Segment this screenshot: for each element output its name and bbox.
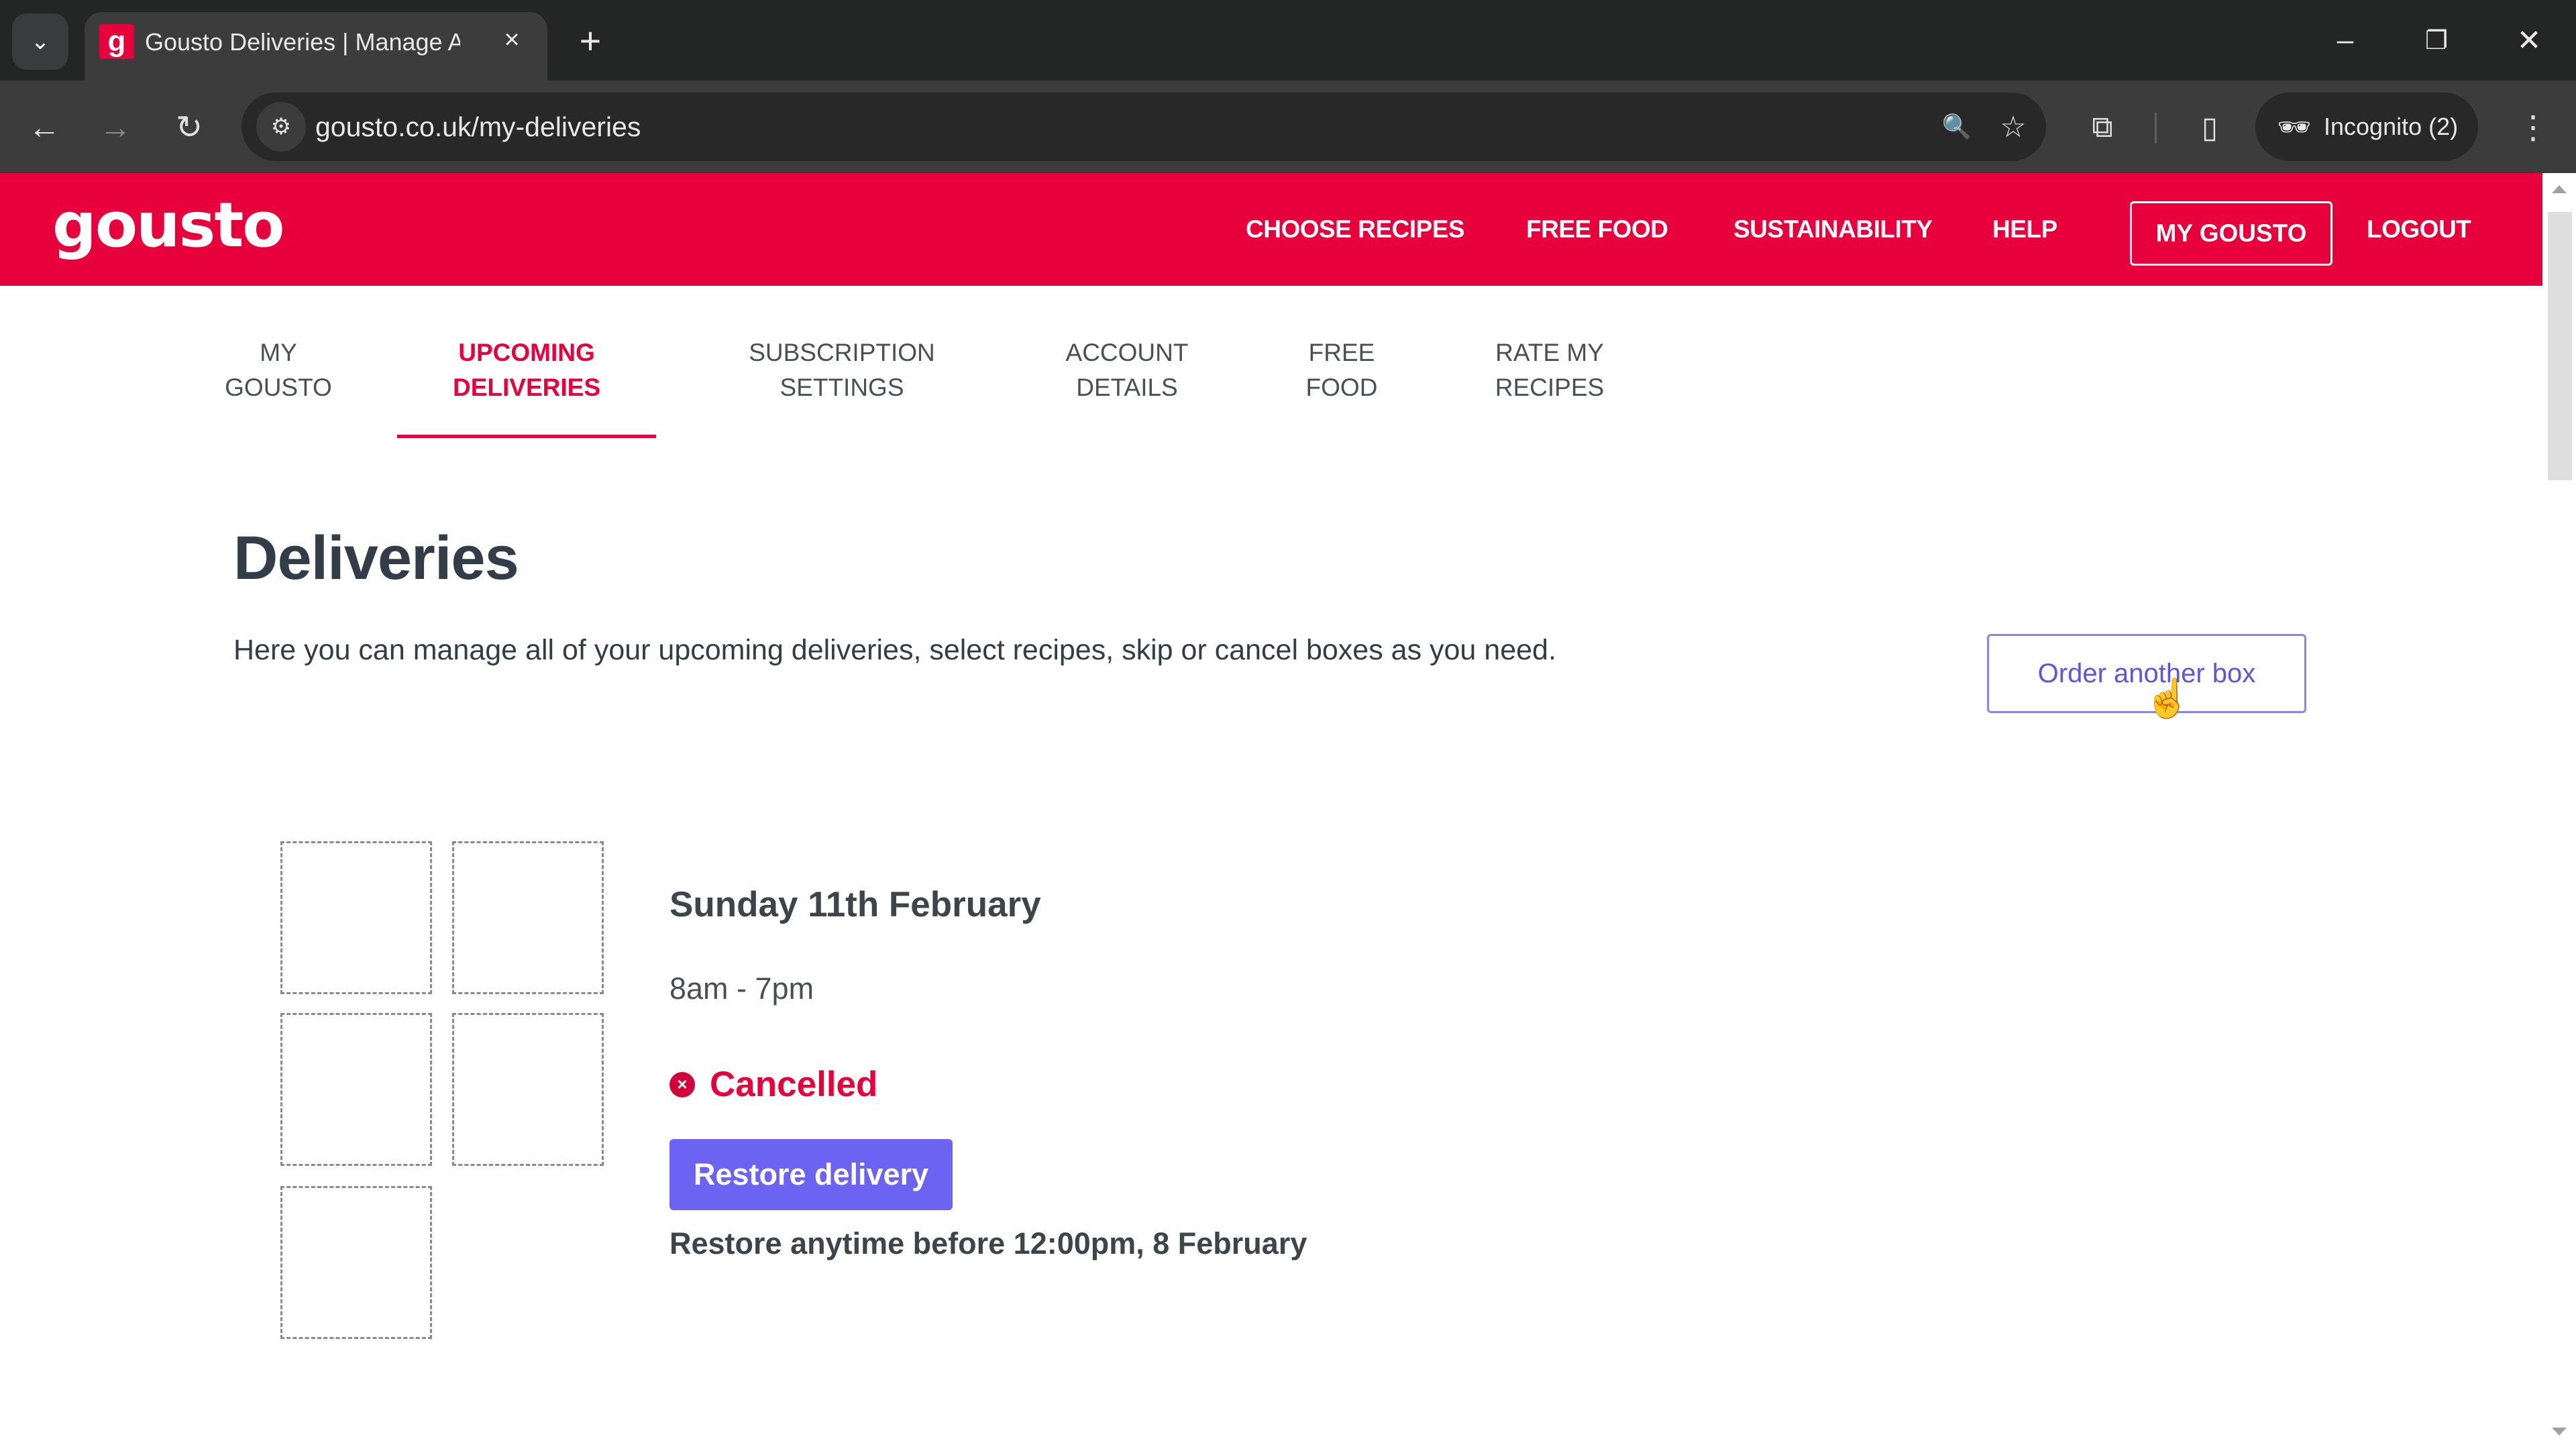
subnav-free-food[interactable]: FREE FOOD: [1288, 335, 1395, 405]
subnav-upcoming-deliveries[interactable]: UPCOMING DELIVERIES: [397, 335, 656, 405]
url-text[interactable]: gousto.co.uk/my-deliveries: [315, 93, 641, 161]
forward-arrow-icon[interactable]: →: [89, 101, 142, 154]
side-panel-icon[interactable]: ▯: [2183, 101, 2237, 154]
nav-my-gousto[interactable]: MY GOUSTO: [2130, 201, 2332, 266]
close-window-icon[interactable]: ✕: [2502, 19, 2556, 62]
subnav-label-line1: RATE MY: [1495, 339, 1604, 366]
cancelled-x-circle-icon: ×: [669, 1071, 695, 1097]
subnav-subscription-settings[interactable]: SUBSCRIPTION SETTINGS: [738, 335, 946, 405]
extensions-icon[interactable]: ⧉: [2076, 101, 2129, 154]
subnav-label-line2: FOOD: [1305, 374, 1378, 401]
chevron-down-icon: ⌄: [30, 29, 50, 54]
subnav-label-line1: ACCOUNT: [1065, 339, 1189, 366]
browser-menu-icon[interactable]: ⋮: [2509, 101, 2557, 154]
page-title: Deliveries: [233, 524, 519, 592]
page-description: Here you can manage all of your upcoming…: [233, 634, 1556, 666]
recipe-placeholder: [452, 841, 604, 994]
subnav-label-line1: FREE: [1308, 339, 1375, 366]
status-label: Cancelled: [710, 1065, 878, 1104]
incognito-badge[interactable]: 🕶 Incognito (2): [2255, 93, 2478, 161]
active-tab-underline: [397, 435, 656, 438]
incognito-label: Incognito (2): [2324, 113, 2459, 140]
page-scrollbar[interactable]: [2542, 173, 2576, 1449]
tab-search-button[interactable]: ⌄: [12, 13, 68, 70]
subnav-label-line1: UPCOMING: [458, 339, 595, 366]
browser-tab-active[interactable]: g Gousto Deliveries | Manage All ×: [85, 12, 547, 82]
nav-sustainability[interactable]: SUSTAINABILITY: [1733, 173, 1933, 286]
subnav-label-line2: SETTINGS: [780, 374, 904, 401]
subnav-label-line1: MY: [260, 339, 297, 366]
subnav-rate-my-recipes[interactable]: RATE MY RECIPES: [1476, 335, 1623, 405]
browser-title-bar: ⌄ g Gousto Deliveries | Manage All × + –…: [0, 0, 2576, 82]
delivery-time-window: 8am - 7pm: [669, 971, 814, 1006]
reload-icon[interactable]: ↻: [162, 101, 216, 154]
recipe-placeholder: [280, 841, 432, 994]
nav-free-food[interactable]: FREE FOOD: [1526, 173, 1668, 286]
subnav-label-line1: SUBSCRIPTION: [749, 339, 935, 366]
bookmark-star-icon[interactable]: ☆: [1988, 102, 2038, 152]
site-header: gousto CHOOSE RECIPES FREE FOOD SUSTAINA…: [0, 173, 2542, 286]
nav-help[interactable]: HELP: [1992, 173, 2057, 286]
delivery-status: × Cancelled: [669, 1064, 877, 1105]
delivery-date: Sunday 11th February: [669, 885, 1041, 924]
restore-delivery-button[interactable]: Restore delivery: [669, 1139, 953, 1210]
gousto-favicon-icon: g: [99, 24, 134, 59]
subnav-label-line2: DELIVERIES: [453, 374, 600, 401]
nav-logout[interactable]: LOGOUT: [2367, 173, 2471, 286]
scrollbar-thumb[interactable]: [2548, 212, 2572, 480]
recipe-placeholder: [452, 1013, 604, 1166]
recipe-placeholder: [280, 1186, 432, 1339]
hand-pointer-cursor-icon: ☝: [2144, 677, 2191, 719]
site-info-icon[interactable]: ⚙: [256, 102, 306, 152]
subnav-label-line2: DETAILS: [1076, 374, 1178, 401]
browser-toolbar: ← → ↻ ⚙ gousto.co.uk/my-deliveries 🔍 ☆ ⧉…: [0, 80, 2576, 173]
restore-deadline-note: Restore anytime before 12:00pm, 8 Februa…: [669, 1226, 1307, 1260]
back-arrow-icon[interactable]: ←: [17, 101, 71, 154]
recipe-placeholder: [280, 1013, 432, 1166]
restore-window-icon[interactable]: ❐: [2410, 19, 2463, 62]
subnav-account-details[interactable]: ACCOUNT DETAILS: [1046, 335, 1208, 405]
gousto-logo[interactable]: gousto: [52, 192, 284, 266]
zoom-icon[interactable]: 🔍: [1932, 102, 1982, 152]
subnav-my-gousto[interactable]: MY GOUSTO: [208, 335, 349, 405]
toolbar-divider: [2155, 113, 2157, 144]
nav-choose-recipes[interactable]: CHOOSE RECIPES: [1246, 173, 1465, 286]
scroll-up-arrow-icon[interactable]: [2552, 185, 2567, 193]
incognito-icon: 🕶: [2277, 112, 2312, 142]
tab-title: Gousto Deliveries | Manage All: [145, 28, 460, 56]
subnav-label-line2: RECIPES: [1495, 374, 1605, 401]
address-bar[interactable]: ⚙ gousto.co.uk/my-deliveries 🔍 ☆: [241, 93, 2046, 161]
tab-close-icon[interactable]: ×: [495, 23, 529, 56]
new-tab-button[interactable]: +: [570, 19, 610, 62]
minimize-icon[interactable]: –: [2318, 19, 2372, 62]
subnav-label-line2: GOUSTO: [225, 374, 332, 401]
scroll-down-arrow-icon[interactable]: [2552, 1428, 2567, 1436]
